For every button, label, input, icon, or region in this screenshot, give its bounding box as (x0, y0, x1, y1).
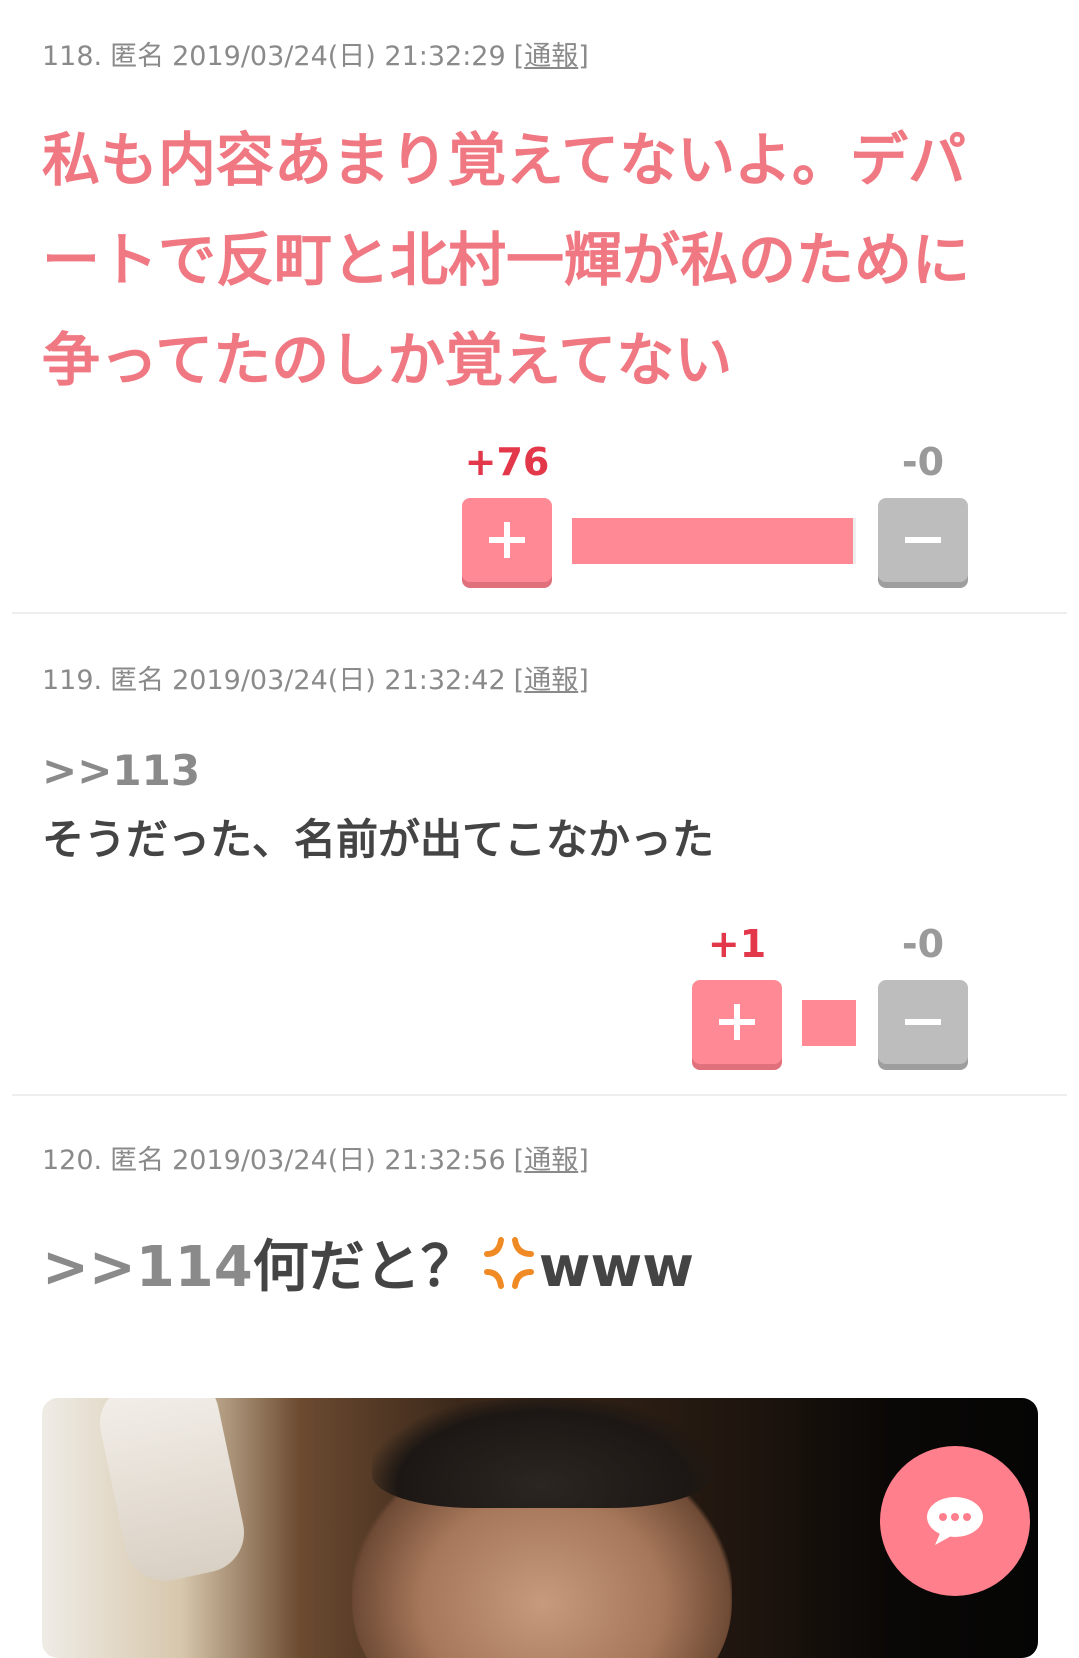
reply-anchor-link[interactable]: >>113 (42, 746, 1019, 795)
vote-ratio-fill (572, 518, 854, 564)
comment-date: 2019/03/24(日) 21:32:29 (172, 41, 506, 72)
plus-count: +76 (464, 440, 550, 484)
comment-meta: 120. 匿名 2019/03/24(日) 21:32:56 [通報] (42, 1138, 589, 1177)
divider (12, 612, 1067, 614)
comment-author: 匿名 (110, 1145, 165, 1176)
minus-vote-button[interactable] (878, 980, 968, 1064)
minus-icon (905, 1019, 941, 1025)
comment-text: >>114何だと？ www (42, 1232, 1019, 1303)
vote-ratio-fill (802, 1000, 856, 1046)
plus-vote-button[interactable] (462, 498, 552, 582)
minus-count: -0 (901, 440, 945, 484)
comment-text: 私も内容あまり覚えてないよ。デパートで反町と北村一輝が私のために争ってたのしか覚… (42, 126, 971, 394)
anger-icon (477, 1235, 539, 1300)
reply-anchor-link[interactable]: >>114 (42, 1235, 253, 1300)
comment-number: 119. (42, 665, 103, 696)
plus-icon (489, 522, 525, 558)
report-link[interactable]: [通報] (514, 665, 589, 696)
comment-text: そうだった、名前が出てこなかった (42, 815, 715, 864)
minus-icon (905, 537, 941, 543)
comment-meta: 119. 匿名 2019/03/24(日) 21:32:42 [通報] (42, 658, 589, 697)
comment-date: 2019/03/24(日) 21:32:42 (172, 665, 506, 696)
plus-icon (719, 1004, 755, 1040)
comment-author: 匿名 (110, 665, 165, 696)
vote-ratio-bar (572, 518, 856, 564)
minus-count: -0 (901, 922, 945, 966)
report-link[interactable]: [通報] (514, 41, 589, 72)
minus-vote-button[interactable] (878, 498, 968, 582)
divider (12, 1094, 1067, 1096)
report-link[interactable]: [通報] (514, 1145, 589, 1176)
comment-number: 118. (42, 41, 103, 72)
comment-date: 2019/03/24(日) 21:32:56 (172, 1145, 506, 1176)
comment-text-laugh: www (538, 1235, 694, 1300)
chat-bubble-button[interactable] (880, 1446, 1030, 1596)
comment-text-main: 何だと？ (252, 1235, 477, 1300)
plus-count: +1 (707, 922, 767, 966)
comment-author: 匿名 (110, 41, 165, 72)
chat-bubble-icon (927, 1497, 983, 1545)
plus-vote-button[interactable] (692, 980, 782, 1064)
comment-number: 120. (42, 1145, 103, 1176)
vote-ratio-bar (802, 1000, 856, 1046)
comment-meta: 118. 匿名 2019/03/24(日) 21:32:29 [通報] (42, 34, 589, 73)
